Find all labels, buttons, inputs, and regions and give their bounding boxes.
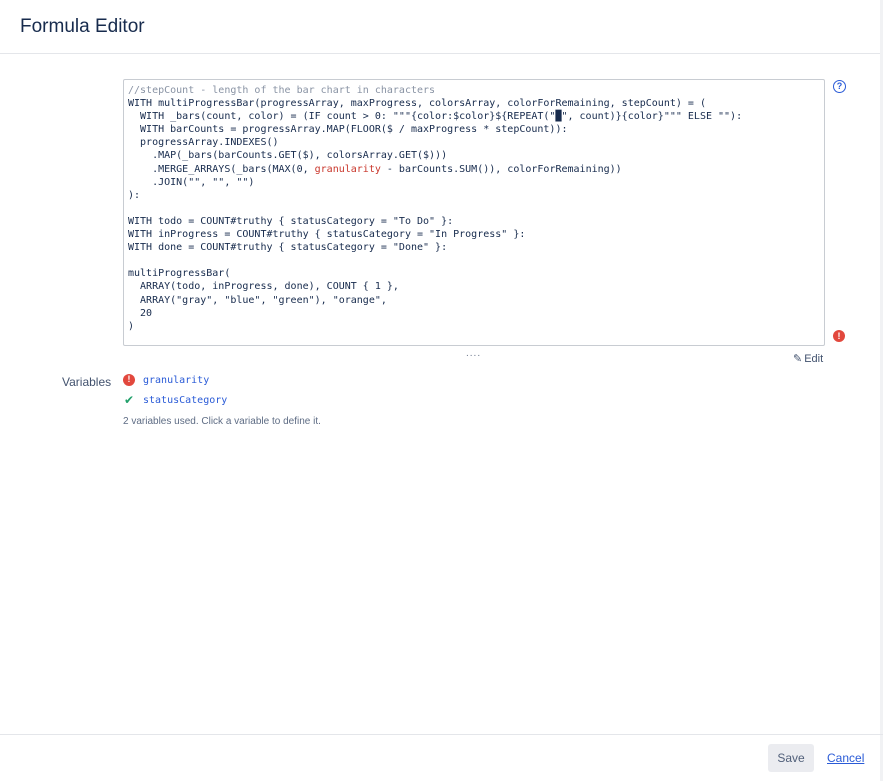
dialog-footer: [0, 734, 883, 781]
code-text: WITH done = COUNT#truthy { statusCategor…: [128, 242, 448, 254]
variable-item-statuscategory[interactable]: ✔ statusCategory: [123, 393, 227, 407]
code-line[interactable]: [128, 254, 820, 267]
code-line[interactable]: WITH done = COUNT#truthy { statusCategor…: [128, 241, 820, 254]
error-icon: !: [123, 374, 135, 386]
code-text: ):: [128, 189, 141, 201]
variables-note: 2 variables used. Click a variable to de…: [123, 416, 321, 427]
code-line[interactable]: multiProgressBar(: [128, 267, 820, 280]
code-line[interactable]: ARRAY(todo, inProgress, done), COUNT { 1…: [128, 280, 820, 293]
save-button[interactable]: Save: [768, 744, 814, 772]
variables-label: Variables: [62, 375, 112, 389]
code-text: WITH _bars(count, color) = (IF count > 0…: [128, 111, 743, 123]
code-line[interactable]: ): [128, 320, 820, 333]
code-text: WITH barCounts = progressArray.MAP(FLOOR…: [128, 124, 568, 136]
code-comment: //stepCount - length of the bar chart in…: [128, 85, 436, 96]
code-text: WITH multiProgressBar(progressArray, max…: [128, 98, 706, 110]
code-text: .MAP(_bars(barCounts.GET($), colorsArray…: [128, 150, 448, 162]
code-text: WITH inProgress = COUNT#truthy { statusC…: [128, 229, 526, 241]
code-line[interactable]: WITH barCounts = progressArray.MAP(FLOOR…: [128, 123, 820, 136]
variable-name[interactable]: granularity: [143, 375, 209, 386]
code-text: ): [128, 320, 135, 332]
code-text: - barCounts.SUM()), colorForRemaining)): [380, 163, 622, 175]
check-icon: ✔: [123, 393, 135, 407]
variable-item-granularity[interactable]: ! granularity: [123, 374, 209, 386]
dialog-header: Formula Editor: [0, 0, 883, 54]
code-line[interactable]: WITH _bars(count, color) = (IF count > 0…: [128, 110, 820, 123]
pencil-icon: ✎: [793, 353, 803, 365]
code-line[interactable]: .JOIN("", "", ""): [128, 176, 820, 189]
code-line[interactable]: WITH multiProgressBar(progressArray, max…: [128, 97, 820, 110]
dialog-title: Formula Editor: [20, 16, 145, 37]
code-line[interactable]: ):: [128, 189, 820, 202]
code-text: ARRAY(todo, inProgress, done), COUNT { 1…: [128, 281, 399, 293]
code-line[interactable]: 20: [128, 307, 820, 320]
code-line[interactable]: WITH inProgress = COUNT#truthy { statusC…: [128, 228, 820, 241]
code-line[interactable]: //stepCount - length of the bar chart in…: [128, 84, 820, 97]
code-line[interactable]: .MERGE_ARRAYS(_bars(MAX(0, granularity -…: [128, 163, 820, 176]
code-text: .JOIN("", "", ""): [128, 176, 255, 188]
code-line[interactable]: [128, 202, 820, 215]
code-text: multiProgressBar(: [128, 268, 231, 280]
cancel-link[interactable]: Cancel: [827, 751, 864, 765]
help-icon[interactable]: ?: [833, 80, 846, 93]
code-line[interactable]: progressArray.INDEXES(): [128, 136, 820, 149]
variable-name[interactable]: statusCategory: [143, 395, 227, 406]
code-text: WITH todo = COUNT#truthy { statusCategor…: [128, 215, 454, 227]
code-text: .MERGE_ARRAYS(_bars(MAX(0,: [128, 163, 315, 175]
edit-label: Edit: [804, 352, 824, 365]
formula-code-editor[interactable]: //stepCount - length of the bar chart in…: [123, 79, 825, 346]
code-text: progressArray.INDEXES(): [128, 137, 279, 149]
editor-resize-handle[interactable]: ....: [466, 348, 481, 359]
code-text: 20: [128, 307, 153, 319]
edit-link[interactable]: ✎ Edit: [793, 352, 824, 366]
code-line[interactable]: WITH todo = COUNT#truthy { statusCategor…: [128, 215, 820, 228]
code-line[interactable]: .MAP(_bars(barCounts.GET($), colorsArray…: [128, 149, 820, 162]
formula-code[interactable]: //stepCount - length of the bar chart in…: [124, 80, 824, 333]
error-icon: !: [833, 330, 845, 342]
code-text: ARRAY("gray", "blue", "green"), "orange"…: [128, 294, 387, 306]
code-line[interactable]: ARRAY("gray", "blue", "green"), "orange"…: [128, 294, 820, 307]
error-token: granularity: [314, 163, 381, 175]
